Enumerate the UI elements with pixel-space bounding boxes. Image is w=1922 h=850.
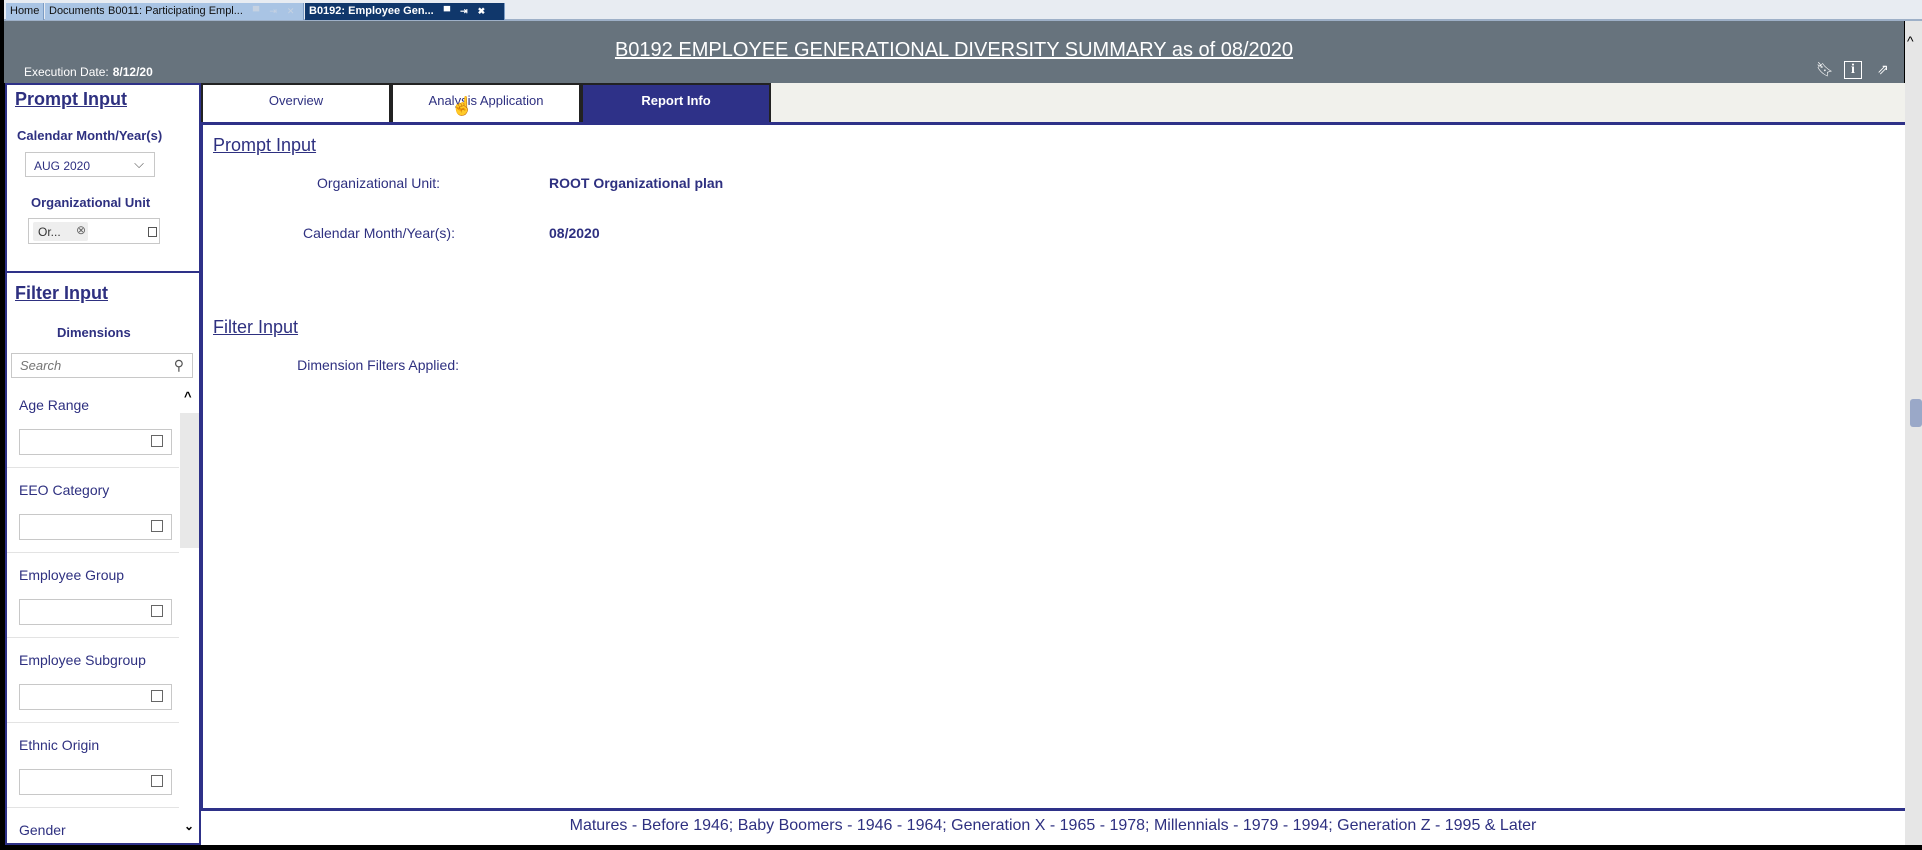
maximize-icon[interactable]: ▀ bbox=[253, 3, 259, 20]
dimension-input[interactable] bbox=[19, 514, 172, 540]
left-panel: Prompt Input Calendar Month/Year(s) AUG … bbox=[5, 83, 201, 845]
tab-overview[interactable]: Overview bbox=[201, 83, 391, 123]
scroll-up-icon[interactable]: ^ bbox=[1907, 33, 1914, 49]
report-info-content: Prompt Input Organizational Unit: ROOT O… bbox=[201, 122, 1905, 808]
value-help-icon[interactable] bbox=[151, 690, 163, 702]
dimension-item: Employee Group bbox=[7, 553, 179, 638]
value-help-icon[interactable] bbox=[151, 435, 163, 447]
dimension-search[interactable]: ⚲ bbox=[11, 353, 193, 378]
dimension-label: Ethnic Origin bbox=[19, 737, 100, 753]
scroll-thumb[interactable] bbox=[180, 413, 199, 548]
chevron-down-icon: ⌵ bbox=[134, 156, 144, 171]
share-icon[interactable]: ⇗ bbox=[1874, 61, 1892, 79]
pin-icon[interactable]: ⇥ bbox=[460, 3, 468, 20]
calendar-value: 08/2020 bbox=[549, 225, 600, 241]
dimension-input[interactable] bbox=[19, 769, 172, 795]
page-scrollbar[interactable]: ^ bbox=[1905, 21, 1922, 845]
dimension-item: Gender bbox=[7, 808, 179, 844]
dimension-scrollbar[interactable]: ^ ⌄ bbox=[180, 383, 199, 843]
window-tab-home[interactable]: Home bbox=[6, 3, 45, 20]
dimension-filters-label: Dimension Filters Applied: bbox=[297, 357, 459, 373]
scroll-thumb[interactable] bbox=[1910, 399, 1922, 427]
maximize-icon[interactable]: ▀ bbox=[444, 3, 450, 20]
value-help-icon[interactable] bbox=[151, 520, 163, 532]
window-tab-b0011[interactable]: B0011: Participating Empl... ▀ ⇥ ✕ bbox=[104, 3, 304, 20]
dimensions-label: Dimensions bbox=[57, 325, 131, 340]
close-icon[interactable]: ✖ bbox=[478, 3, 486, 20]
tab-label: B0192: Employee Gen... bbox=[309, 5, 434, 17]
dimension-label: Gender bbox=[19, 822, 66, 838]
dimension-input[interactable] bbox=[19, 599, 172, 625]
calendar-label: Calendar Month/Year(s): bbox=[302, 225, 455, 241]
exec-label: Execution Date: bbox=[24, 65, 109, 79]
value-help-icon[interactable] bbox=[151, 605, 163, 617]
window-tab-bar: Home Documents B0011: Participating Empl… bbox=[4, 0, 1922, 21]
org-unit-label: Organizational Unit: bbox=[317, 175, 440, 191]
window-tab-b0192[interactable]: B0192: Employee Gen... ▀ ⇥ ✖ bbox=[305, 3, 505, 20]
legend-text: Matures - Before 1946; Baby Boomers - 19… bbox=[569, 817, 1537, 834]
filter-input-heading: Filter Input bbox=[213, 317, 299, 337]
dimension-label: Employee Subgroup bbox=[19, 652, 146, 668]
value-help-icon[interactable] bbox=[148, 227, 157, 237]
exec-value: 8/12/20 bbox=[112, 65, 153, 79]
scroll-up-icon[interactable]: ^ bbox=[184, 389, 192, 404]
cursor-hand-icon: ☝ bbox=[451, 96, 474, 116]
report-header: B0192 EMPLOYEE GENERATIONAL DIVERSITY SU… bbox=[4, 21, 1904, 83]
bookmark-icon[interactable]: 🔖︎ bbox=[1816, 61, 1834, 79]
remove-token-icon[interactable]: ⊗ bbox=[76, 223, 86, 237]
value-help-icon[interactable] bbox=[151, 775, 163, 787]
dimension-item: Employee Subgroup bbox=[7, 638, 179, 723]
dimension-input[interactable] bbox=[19, 429, 172, 455]
org-unit-label: Organizational Unit bbox=[31, 195, 151, 210]
tab-label: B0011: Participating Empl... bbox=[108, 5, 243, 17]
org-unit-field[interactable]: Or... ⊗ bbox=[28, 218, 160, 244]
report-title: B0192 EMPLOYEE GENERATIONAL DIVERSITY SU… bbox=[614, 39, 1294, 61]
calendar-dropdown[interactable]: AUG 2020 ⌵ bbox=[25, 152, 155, 177]
dimension-label: EEO Category bbox=[19, 482, 110, 498]
prompt-input-section: Prompt Input Calendar Month/Year(s) AUG … bbox=[7, 85, 199, 273]
calendar-label: Calendar Month/Year(s) bbox=[17, 128, 163, 143]
tab-report-info[interactable]: Report Info bbox=[581, 83, 771, 123]
tab-analysis-application[interactable]: Analysis Application bbox=[391, 83, 581, 123]
org-unit-value: ROOT Organizational plan bbox=[549, 175, 724, 191]
execution-date: Execution Date: 8/12/20 bbox=[24, 65, 153, 79]
dimension-item: Age Range bbox=[7, 383, 179, 468]
dimension-label: Employee Group bbox=[19, 567, 125, 583]
dimension-label: Age Range bbox=[19, 397, 90, 413]
prompt-input-heading: Prompt Input bbox=[213, 135, 317, 155]
dimension-item: EEO Category bbox=[7, 468, 179, 553]
search-icon[interactable]: ⚲ bbox=[174, 357, 184, 374]
filter-input-title: Filter Input bbox=[15, 283, 108, 303]
calendar-value: AUG 2020 bbox=[34, 159, 91, 173]
info-icon[interactable]: i bbox=[1844, 61, 1862, 79]
org-unit-token: Or... ⊗ bbox=[33, 222, 88, 241]
window-tab-documents[interactable]: Documents bbox=[45, 3, 110, 20]
search-input[interactable] bbox=[12, 354, 162, 377]
pin-icon[interactable]: ⇥ bbox=[269, 3, 277, 20]
close-icon[interactable]: ✕ bbox=[287, 3, 295, 20]
prompt-input-title: Prompt Input bbox=[15, 89, 127, 109]
dimension-input[interactable] bbox=[19, 684, 172, 710]
token-label: Or... bbox=[38, 225, 61, 239]
scroll-down-icon[interactable]: ⌄ bbox=[184, 819, 194, 833]
dimension-list: Age Range EEO Category Employee Group Em… bbox=[7, 383, 199, 843]
generation-legend: Matures - Before 1946; Baby Boomers - 19… bbox=[201, 808, 1905, 845]
dimension-item: Ethnic Origin bbox=[7, 723, 179, 808]
